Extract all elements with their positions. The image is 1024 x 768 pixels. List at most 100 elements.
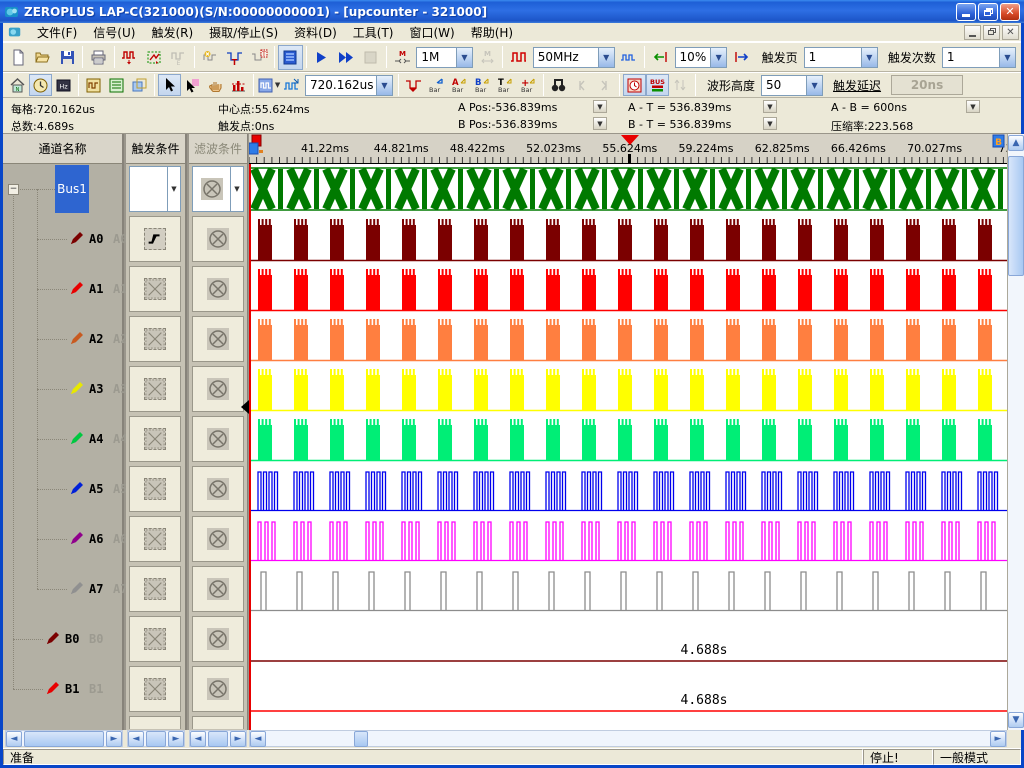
bus-display-button[interactable]: BUS (646, 74, 669, 96)
a-pos-dropdown[interactable]: ▼ (593, 100, 607, 113)
chevron-down-icon[interactable]: ▼ (710, 48, 726, 67)
new-file-button[interactable] (6, 45, 30, 70)
scroll-down-button[interactable]: ▼ (1008, 712, 1024, 728)
internal-clock-button[interactable] (506, 45, 530, 70)
a-minus-t-dropdown[interactable]: ▼ (763, 100, 777, 113)
wave-scroll-right-button[interactable]: ► (990, 731, 1006, 747)
filter-cell-A6[interactable] (192, 516, 244, 562)
filter-cell-A2[interactable] (192, 316, 244, 362)
scroll-up-button[interactable]: ▲ (1008, 135, 1024, 151)
listing-view-button[interactable] (105, 74, 128, 96)
chevron-down-icon[interactable]: ▼ (167, 167, 180, 211)
channel-row-B0[interactable]: B0B0 (3, 614, 124, 664)
filter-cell-A5[interactable] (192, 466, 244, 512)
menu-item-2[interactable]: 触发(R) (143, 22, 201, 43)
b-pos-dropdown[interactable]: ▼ (593, 117, 607, 130)
name-scroll-right-button[interactable]: ► (106, 731, 122, 747)
channel-row-B1[interactable]: B1B1 (3, 664, 124, 714)
trigger-page-select[interactable]: 1▼ (804, 47, 878, 68)
chevron-down-icon[interactable]: ▼ (598, 48, 614, 67)
filter-cell-A0[interactable] (192, 216, 244, 262)
trigger-pos-post-button[interactable] (729, 45, 753, 70)
waveform-view-button[interactable] (82, 74, 105, 96)
trigger-cell-A7[interactable] (129, 566, 181, 612)
trigger-pulse-button[interactable]: T (222, 45, 246, 70)
home-button[interactable]: N (6, 74, 29, 96)
chevron-down-icon[interactable]: ▼ (999, 48, 1015, 67)
trigger-cell-A2[interactable] (129, 316, 181, 362)
channel-row-A2[interactable]: A2A2 (3, 314, 124, 364)
channel-row-A6[interactable]: A6A6 (3, 514, 124, 564)
filter-cell-A3[interactable] (192, 366, 244, 412)
trigger-pos-pre-button[interactable] (648, 45, 672, 70)
mdi-minimize-button[interactable] (964, 25, 981, 40)
menu-item-0[interactable]: 文件(F) (29, 22, 85, 43)
filter-scroll-left-button[interactable]: ◄ (190, 731, 206, 747)
wave-scroll-left-button[interactable]: ◄ (250, 731, 266, 747)
filter-hscroll[interactable]: ◄ ► (189, 730, 247, 747)
trigger-count-select[interactable]: 1▼ (942, 47, 1016, 68)
hand-tool-button[interactable] (204, 74, 227, 96)
waveform-hscroll[interactable]: ◄ ► (249, 730, 1007, 747)
channel-row-A0[interactable]: A0A0 (3, 214, 124, 264)
wave-mode-dropdown[interactable]: ▼ (257, 74, 280, 96)
bus1-filter-combo[interactable]: ▼ (192, 166, 244, 212)
minimize-button[interactable] (956, 3, 976, 21)
time-div-select[interactable]: 720.162us▼ (305, 75, 393, 96)
navigator-button[interactable] (128, 74, 151, 96)
restore-button[interactable] (978, 3, 998, 21)
menu-item-5[interactable]: 工具(T) (345, 22, 402, 43)
bus1-trigger-combo[interactable]: ▼ (129, 166, 181, 212)
close-button[interactable]: ✕ (1000, 3, 1020, 21)
cursor-select-button[interactable] (181, 74, 204, 96)
menu-item-3[interactable]: 摄取/停止(S) (201, 22, 286, 43)
run-repeat-button[interactable] (334, 45, 358, 70)
filter-cell-B1[interactable] (192, 666, 244, 712)
bus-property-button[interactable] (278, 45, 302, 70)
vscroll-thumb[interactable] (1008, 156, 1024, 276)
trigger-position-select[interactable]: 10%▼ (675, 47, 728, 68)
trigger-scroll-right-button[interactable]: ► (168, 731, 184, 747)
b-minus-t-dropdown[interactable]: ▼ (763, 117, 777, 130)
channel-row-A4[interactable]: A4A4 (3, 414, 124, 464)
mdi-restore-button[interactable] (983, 25, 1000, 40)
bar-b-button[interactable]: BBar (471, 74, 494, 96)
cursor-arrow-button[interactable] (158, 74, 181, 96)
filter-cell-A1[interactable] (192, 266, 244, 312)
bus1-selected[interactable]: Bus1 (55, 165, 89, 213)
sample-rate-select[interactable]: 50MHz▼ (533, 47, 615, 68)
run-single-button[interactable] (310, 45, 334, 70)
name-hscroll[interactable]: ◄ ► (5, 730, 123, 747)
waveform-area[interactable]: 41.22ms44.821ms48.422ms52.023ms55.624ms5… (249, 134, 1007, 730)
a-minus-b-dropdown[interactable]: ▼ (966, 100, 980, 113)
menu-item-6[interactable]: 窗口(W) (401, 22, 462, 43)
trigger-cell-A1[interactable] (129, 266, 181, 312)
chevron-down-icon[interactable]: ▼ (861, 48, 877, 67)
trigger-cell-B1[interactable] (129, 666, 181, 712)
external-clock-button[interactable] (617, 45, 641, 70)
trigger-cell-A4[interactable] (129, 416, 181, 462)
channel-row-A5[interactable]: A5A5 (3, 464, 124, 514)
trigger-cell-A6[interactable] (129, 516, 181, 562)
frequency-meter-button[interactable]: Hz (52, 74, 75, 96)
chevron-down-icon[interactable]: ▼ (376, 76, 392, 95)
trigger-hscroll[interactable]: ◄ ► (127, 730, 185, 747)
tree-collapse-button[interactable]: − (8, 184, 19, 195)
trigger-width-button[interactable]: T (247, 45, 271, 70)
goto-trigger-button[interactable] (402, 74, 425, 96)
filter-cell-A7[interactable] (192, 566, 244, 612)
bar-a-button[interactable]: ABar (448, 74, 471, 96)
chevron-down-icon[interactable]: ▼ (806, 76, 822, 95)
memory-depth-select[interactable]: 1M▼ (416, 47, 473, 68)
wave-hscroll-thumb[interactable] (354, 731, 368, 747)
channel-row-A7[interactable]: A7A7 (3, 564, 124, 614)
bar-chart-button[interactable] (227, 74, 250, 96)
filter-cell-B0[interactable] (192, 616, 244, 662)
zoom-wave-button[interactable] (280, 74, 303, 96)
menu-item-1[interactable]: 信号(U) (85, 22, 143, 43)
sampling-setup-button[interactable] (118, 45, 142, 70)
save-file-button[interactable] (55, 45, 79, 70)
channel-row-A3[interactable]: A3A3 (3, 364, 124, 414)
bar-goto-button[interactable]: Bar (425, 74, 448, 96)
open-file-button[interactable] (30, 45, 54, 70)
